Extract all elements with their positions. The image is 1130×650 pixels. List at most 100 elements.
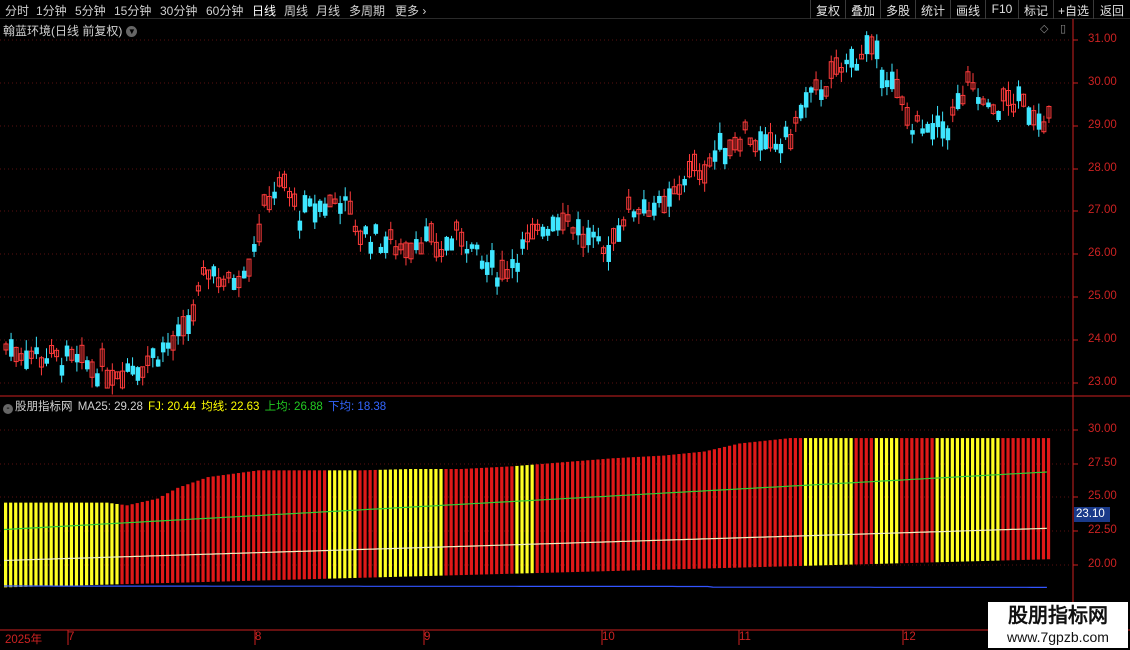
indicator-bar <box>176 487 180 583</box>
candle-down <box>803 92 809 108</box>
watermark-title: 股朋指标网 <box>1008 605 1108 627</box>
indicator-bar <box>368 470 372 578</box>
indicator-bar <box>935 438 939 563</box>
indicator-bar <box>915 438 919 563</box>
indicator-bar <box>803 438 808 566</box>
candle-down <box>176 324 181 337</box>
indicator-bar <box>1011 438 1015 561</box>
indicator-bar <box>378 469 382 578</box>
candle-down <box>150 348 156 358</box>
indicator-tick-label: 27.50 <box>1088 457 1117 469</box>
indicator-bar <box>201 478 205 583</box>
candle-down <box>490 250 495 268</box>
indicator-bar <box>39 502 43 587</box>
indicator-bar <box>702 451 706 569</box>
candle-down <box>363 226 368 235</box>
candle-down <box>763 134 768 150</box>
indicator-bar <box>297 470 301 580</box>
indicator-bar <box>439 469 443 576</box>
diamond-icon[interactable]: ◇ <box>1040 22 1048 35</box>
indicator-bar <box>140 501 144 584</box>
indicator-bar <box>322 470 327 579</box>
indicator-bar <box>895 438 899 564</box>
candle-down <box>495 277 500 287</box>
indicator-bar <box>1041 438 1046 560</box>
candle-down <box>414 239 419 251</box>
indicator-bar <box>636 456 641 571</box>
price-tick-label: 31.00 <box>1088 33 1117 45</box>
indicator-bar <box>206 477 210 582</box>
candle-down <box>338 203 343 214</box>
indicator-bar <box>540 463 544 573</box>
candle-down <box>59 365 65 376</box>
pause-icon[interactable]: ▯ <box>1060 22 1066 35</box>
date-tick-label: 2025年 <box>5 634 43 646</box>
candle-down <box>798 104 804 119</box>
indicator-bar <box>879 438 884 564</box>
indicator-tick-label: 25.00 <box>1088 490 1117 502</box>
candle-down <box>722 148 728 165</box>
candle-down <box>925 123 930 133</box>
candle-down <box>606 244 611 262</box>
candle-down <box>717 132 723 150</box>
candle-down <box>297 220 303 231</box>
indicator-bar <box>307 470 311 580</box>
indicator-bar <box>155 498 160 584</box>
chevron-down-icon[interactable]: ▼ <box>126 26 138 37</box>
candle-down <box>135 367 141 381</box>
candle-down <box>819 89 824 100</box>
indicator-bar <box>302 470 306 580</box>
indicator-bar <box>550 463 554 573</box>
indicator-bar <box>611 458 615 571</box>
candle-down <box>667 188 672 207</box>
candle-down <box>576 219 581 236</box>
date-tick-label: 8 <box>255 631 262 643</box>
candle-down <box>986 102 991 108</box>
collapse-icon[interactable]: - <box>3 404 13 414</box>
indicator-bar <box>231 473 236 582</box>
candle-down <box>884 80 890 88</box>
indicator-bar <box>849 438 853 565</box>
candle-down <box>864 35 870 55</box>
candle-down <box>272 191 277 199</box>
xiajun-value: 下均: 18.38 <box>328 401 387 413</box>
indicator-bar <box>64 502 68 586</box>
indicator-bar <box>606 458 610 572</box>
indicator-bar <box>798 438 803 566</box>
candle-down <box>383 236 389 254</box>
indicator-bar <box>1031 438 1035 560</box>
kline-chart[interactable] <box>0 0 1130 650</box>
indicator-bar <box>429 469 433 576</box>
indicator-bar <box>353 470 357 578</box>
indicator-bar <box>727 445 732 568</box>
indicator-bar <box>479 467 484 575</box>
indicator-bar <box>500 466 504 574</box>
indicator-bar <box>778 439 782 567</box>
indicator-bar <box>444 469 448 576</box>
indicator-bar <box>991 438 995 561</box>
indicator-name: 股朋指标网 <box>15 401 73 413</box>
candle-down <box>307 198 313 207</box>
indicator-bar <box>282 470 286 580</box>
indicator-bar <box>358 470 362 578</box>
indicator-bar <box>257 470 261 581</box>
indicator-bar <box>49 502 53 587</box>
indicator-bar <box>196 480 200 583</box>
indicator-bar <box>824 438 828 566</box>
candle-down <box>945 128 951 141</box>
candle-down <box>657 195 662 204</box>
price-tick-label: 29.00 <box>1088 119 1117 131</box>
indicator-bar <box>252 471 256 581</box>
indicator-bar <box>484 467 489 575</box>
indicator-bar <box>267 470 271 581</box>
candle-down <box>510 259 515 269</box>
indicator-bar <box>19 502 23 587</box>
candle-down <box>849 48 854 68</box>
indicator-bar <box>808 438 813 566</box>
candle-down <box>874 40 880 60</box>
indicator-bar <box>459 469 463 576</box>
indicator-bar <box>905 438 909 564</box>
price-tick-label: 26.00 <box>1088 247 1117 259</box>
indicator-bar <box>373 469 377 578</box>
date-tick-label: 10 <box>602 631 615 643</box>
